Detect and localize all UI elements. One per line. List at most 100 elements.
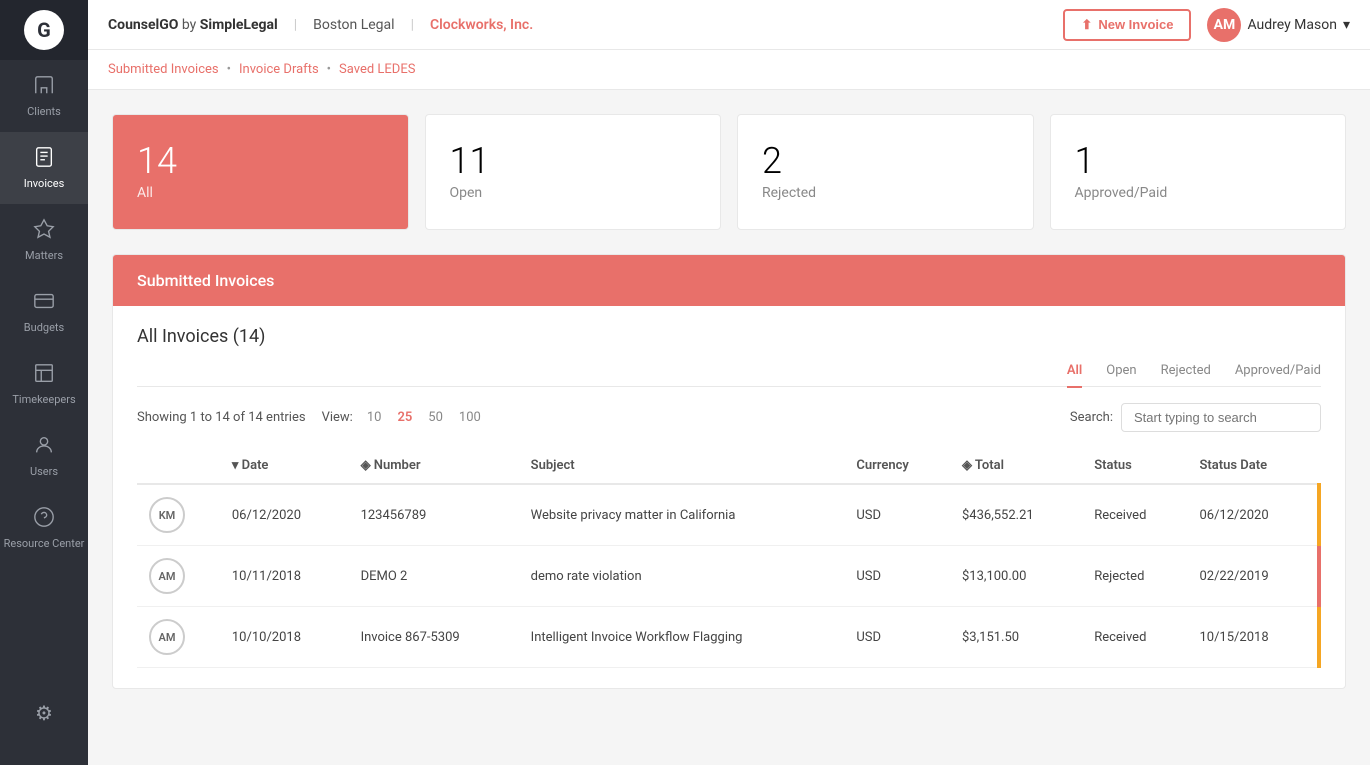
breadcrumb-saved-ledes[interactable]: Saved LEDES bbox=[339, 62, 415, 77]
view-options: 102550100 bbox=[361, 408, 487, 427]
sidebar-label-users: Users bbox=[30, 465, 58, 478]
view-option-10[interactable]: 10 bbox=[361, 408, 388, 427]
sidebar-bottom: ⚙ bbox=[0, 677, 88, 765]
stat-number-0: 14 bbox=[137, 143, 384, 179]
sidebar-item-users[interactable]: Users bbox=[0, 420, 88, 492]
stat-label-3: Approved/Paid bbox=[1075, 185, 1322, 201]
table-row[interactable]: AM 10/10/2018 Invoice 867-5309 Intellige… bbox=[137, 607, 1319, 668]
resource-center-icon bbox=[33, 506, 55, 533]
sidebar-item-clients[interactable]: Clients bbox=[0, 60, 88, 132]
stat-label-2: Rejected bbox=[762, 185, 1009, 201]
row-status-0: Received bbox=[1082, 484, 1187, 546]
table-row[interactable]: KM 06/12/2020 123456789 Website privacy … bbox=[137, 484, 1319, 546]
filter-tab-approved-paid[interactable]: Approved/Paid bbox=[1235, 363, 1321, 388]
settings-icon: ⚙ bbox=[35, 701, 53, 725]
sidebar-label-timekeepers: Timekeepers bbox=[12, 393, 75, 406]
table-controls: Showing 1 to 14 of 14 entries View: 1025… bbox=[137, 403, 1321, 432]
sidebar-item-timekeepers[interactable]: Timekeepers bbox=[0, 348, 88, 420]
row-subject-2: Intelligent Invoice Workflow Flagging bbox=[519, 607, 845, 668]
row-total-1: $13,100.00 bbox=[950, 546, 1082, 607]
sidebar-item-invoices[interactable]: Invoices bbox=[0, 132, 88, 204]
topnav-right: ⬆ New Invoice AM Audrey Mason ▾ bbox=[1063, 8, 1350, 42]
row-total-2: $3,151.50 bbox=[950, 607, 1082, 668]
row-avatar-1: AM bbox=[149, 558, 185, 594]
new-invoice-button[interactable]: ⬆ New Invoice bbox=[1063, 9, 1191, 41]
view-option-100[interactable]: 100 bbox=[453, 408, 487, 427]
nav-divider1: | bbox=[294, 17, 297, 33]
user-menu[interactable]: AM Audrey Mason ▾ bbox=[1207, 8, 1350, 42]
main-content: CounselGO by SimpleLegal | Boston Legal … bbox=[88, 0, 1370, 765]
user-name: Audrey Mason bbox=[1247, 17, 1337, 33]
stat-card-approved-paid[interactable]: 1 Approved/Paid bbox=[1050, 114, 1347, 230]
sidebar: G ClientsInvoicesMatters Budgets Timekeepe… bbox=[0, 0, 88, 765]
chevron-down-icon: ▾ bbox=[1343, 17, 1350, 33]
section-title: All Invoices (14) bbox=[137, 326, 1321, 347]
search-label: Search: bbox=[1070, 410, 1113, 425]
upload-icon: ⬆ bbox=[1081, 17, 1092, 33]
view-label: View: bbox=[322, 410, 353, 425]
filter-tabs: All Open Rejected Approved/Paid bbox=[137, 363, 1321, 387]
app-logo[interactable]: G bbox=[24, 10, 64, 50]
breadcrumb-submitted-invoices[interactable]: Submitted Invoices bbox=[108, 62, 219, 77]
stat-card-all[interactable]: 14 All bbox=[112, 114, 409, 230]
stat-label-1: Open bbox=[450, 185, 697, 201]
sidebar-item-settings[interactable]: ⚙ bbox=[0, 677, 88, 749]
stat-label-0: All bbox=[137, 185, 384, 201]
budgets-icon bbox=[33, 290, 55, 317]
view-option-25[interactable]: 25 bbox=[391, 408, 418, 427]
col-date[interactable]: ▾ Date bbox=[220, 448, 349, 484]
search-input[interactable] bbox=[1121, 403, 1321, 432]
col-currency: Currency bbox=[844, 448, 950, 484]
filter-tab-rejected[interactable]: Rejected bbox=[1161, 363, 1211, 388]
col-total[interactable]: ◈ Total bbox=[950, 448, 1082, 484]
sidebar-logo: G bbox=[0, 0, 88, 60]
row-avatar-cell: AM bbox=[137, 607, 220, 668]
row-currency-1: USD bbox=[844, 546, 950, 607]
sidebar-item-budgets[interactable]: Budgets bbox=[0, 276, 88, 348]
user-avatar: AM bbox=[1207, 8, 1241, 42]
content-area: 14 All 11Open 2 Rejected 1 Approved/Paid Submi… bbox=[88, 90, 1370, 765]
row-status-date-1: 02/22/2019 bbox=[1187, 546, 1319, 607]
sidebar-label-budgets: Budgets bbox=[24, 321, 64, 334]
table-head: ▾ Date ◈ Number Subject Currency ◈ Total… bbox=[137, 448, 1319, 484]
sidebar-item-matters[interactable]: Matters bbox=[0, 204, 88, 276]
stat-card-open[interactable]: 11Open bbox=[425, 114, 722, 230]
filter-tab-open[interactable]: Open bbox=[1106, 363, 1136, 388]
breadcrumb-invoice-drafts[interactable]: Invoice Drafts bbox=[239, 62, 319, 77]
row-currency-0: USD bbox=[844, 484, 950, 546]
section-body: All Invoices (14) All Open Rejected Approve… bbox=[113, 306, 1345, 688]
invoices-section: Submitted Invoices All Invoices (14) All… bbox=[112, 254, 1346, 689]
stat-number-3: 1 bbox=[1075, 143, 1322, 179]
client2-active[interactable]: Clockworks, Inc. bbox=[430, 17, 533, 33]
stat-number-2: 2 bbox=[762, 143, 1009, 179]
top-nav: CounselGO by SimpleLegal | Boston Legal … bbox=[88, 0, 1370, 50]
breadcrumb: Submitted Invoices • Invoice Drafts • Sa… bbox=[88, 50, 1370, 90]
row-avatar-2: AM bbox=[149, 619, 185, 655]
stat-card-rejected[interactable]: 2 Rejected bbox=[737, 114, 1034, 230]
client1[interactable]: Boston Legal bbox=[313, 17, 394, 33]
row-date-1: 10/11/2018 bbox=[220, 546, 349, 607]
row-status-date-0: 06/12/2020 bbox=[1187, 484, 1319, 546]
row-status-date-2: 10/15/2018 bbox=[1187, 607, 1319, 668]
row-number-2: Invoice 867-5309 bbox=[349, 607, 519, 668]
col-status: Status bbox=[1082, 448, 1187, 484]
timekeepers-icon bbox=[33, 362, 55, 389]
users-icon bbox=[33, 434, 55, 461]
breadcrumb-sep2: • bbox=[327, 62, 331, 77]
row-subject-1: demo rate violation bbox=[519, 546, 845, 607]
table-row[interactable]: AM 10/11/2018 DEMO 2 demo rate violation… bbox=[137, 546, 1319, 607]
sidebar-item-resource-center[interactable]: Resource Center bbox=[0, 492, 88, 564]
view-option-50[interactable]: 50 bbox=[422, 408, 449, 427]
matters-icon bbox=[33, 218, 55, 245]
filter-tab-all[interactable]: All bbox=[1067, 363, 1082, 388]
col-avatar bbox=[137, 448, 220, 484]
table-body: KM 06/12/2020 123456789 Website privacy … bbox=[137, 484, 1319, 668]
row-number-0: 123456789 bbox=[349, 484, 519, 546]
invoices-icon bbox=[33, 146, 55, 173]
showing-text: Showing 1 to 14 of 14 entries bbox=[137, 410, 306, 425]
col-number[interactable]: ◈ Number bbox=[349, 448, 519, 484]
stats-grid: 14 All 11Open 2 Rejected 1 Approved/Paid bbox=[112, 114, 1346, 230]
clients-icon bbox=[33, 74, 55, 101]
row-total-0: $436,552.21 bbox=[950, 484, 1082, 546]
row-subject-0: Website privacy matter in California bbox=[519, 484, 845, 546]
